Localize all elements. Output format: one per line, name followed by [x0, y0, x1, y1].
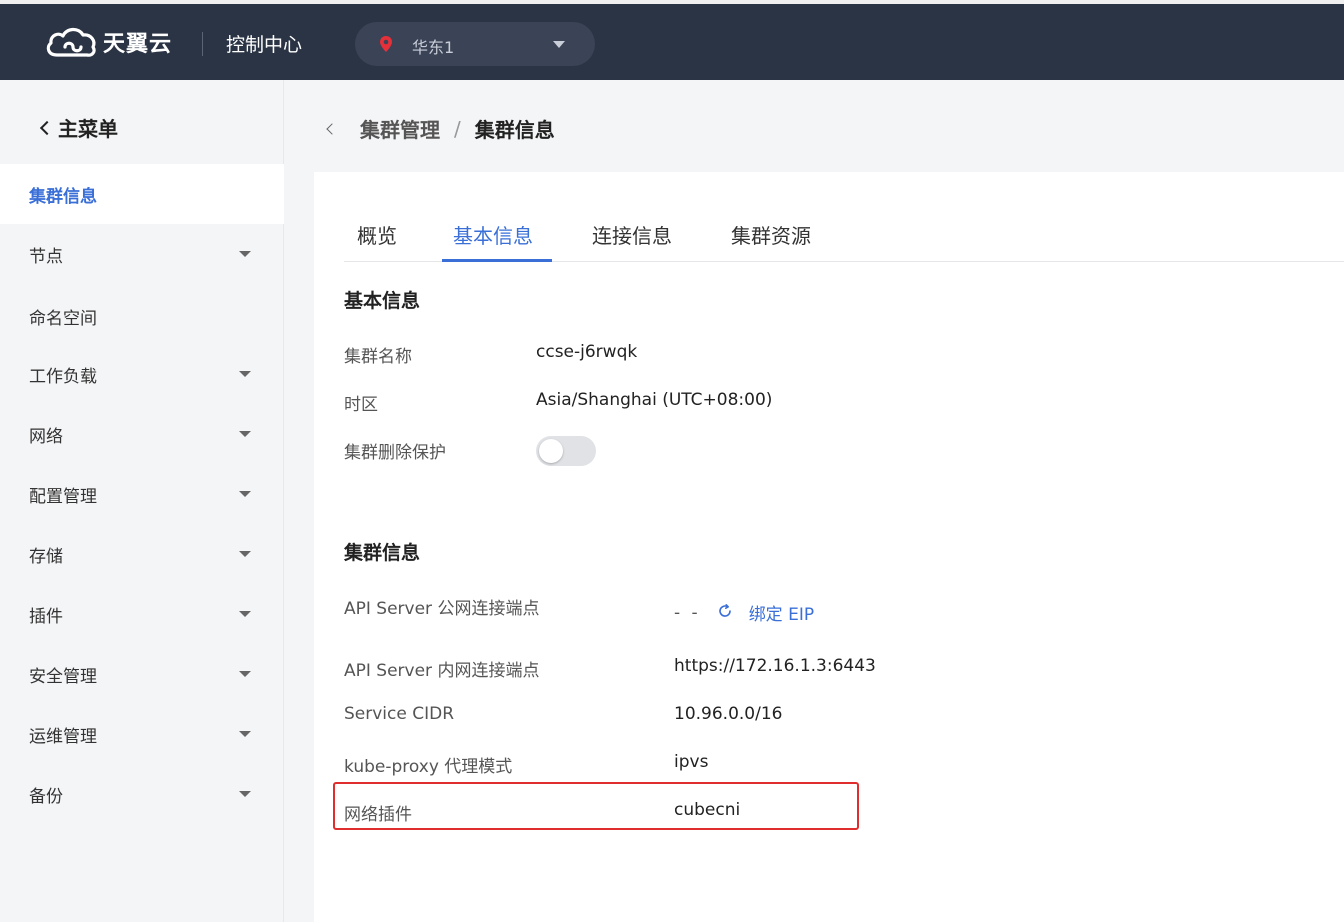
sidebar-item-cluster-info[interactable]: 集群信息: [0, 164, 284, 224]
caret-down-icon: [553, 41, 565, 48]
sidebar-item-label: 网络: [29, 426, 63, 447]
timezone-value: Asia/Shanghai (UTC+08:00): [536, 390, 773, 410]
sidebar-item-label: 集群信息: [29, 186, 97, 207]
kube-proxy-value: ipvs: [674, 752, 709, 772]
back-to-main-menu[interactable]: 主菜单: [38, 113, 118, 142]
sidebar-item-label: 插件: [29, 606, 63, 627]
sidebar-item-storage[interactable]: 存储: [0, 534, 284, 574]
delete-protection-toggle[interactable]: [536, 436, 596, 466]
service-cidr-value: 10.96.0.0/16: [674, 704, 783, 724]
chevron-left-icon[interactable]: [326, 122, 338, 135]
caret-down-icon: [239, 371, 251, 377]
private-endpoint-label: API Server 内网连接端点: [344, 661, 540, 681]
back-menu-label: 主菜单: [58, 117, 118, 141]
sidebar-item-label: 配置管理: [29, 486, 97, 507]
tab-overview[interactable]: 概览: [357, 220, 397, 249]
brand-name: 天翼云: [103, 32, 173, 57]
sidebar-item-config[interactable]: 配置管理: [0, 474, 284, 514]
sidebar-item-label: 备份: [29, 786, 63, 807]
cloud-logo-icon: [43, 25, 99, 59]
tab-connection-info[interactable]: 连接信息: [592, 220, 672, 249]
sidebar-item-network[interactable]: 网络: [0, 414, 284, 454]
refresh-icon[interactable]: [717, 603, 733, 623]
toggle-knob: [539, 439, 563, 463]
caret-down-icon: [239, 791, 251, 797]
delete-protection-label: 集群删除保护: [344, 443, 446, 463]
sidebar-item-label: 存储: [29, 546, 63, 567]
breadcrumb-current: 集群信息: [474, 118, 555, 142]
caret-down-icon: [239, 251, 251, 257]
topbar-divider: [202, 32, 203, 56]
public-endpoint-row: - - 绑定 EIP: [674, 600, 814, 626]
bind-eip-link[interactable]: 绑定 EIP: [749, 600, 814, 625]
private-endpoint-value: https://172.16.1.3:6443: [674, 656, 876, 676]
sidebar-item-label: 安全管理: [29, 666, 97, 687]
region-label: 华东1: [412, 38, 455, 57]
cluster-name-value: ccse-j6rwqk: [536, 342, 638, 362]
caret-down-icon: [239, 551, 251, 557]
caret-down-icon: [239, 491, 251, 497]
console-title[interactable]: 控制中心: [226, 30, 302, 57]
caret-down-icon: [239, 431, 251, 437]
sidebar-item-label: 节点: [29, 246, 63, 267]
tab-cluster-resources[interactable]: 集群资源: [731, 220, 811, 249]
tab-bar: 概览 基本信息 连接信息 集群资源: [344, 212, 1344, 262]
network-plugin-highlight: [333, 782, 859, 830]
public-endpoint-label: API Server 公网连接端点: [344, 599, 540, 619]
timezone-label: 时区: [344, 395, 378, 415]
caret-down-icon: [239, 671, 251, 677]
sidebar-item-workloads[interactable]: 工作负载: [0, 354, 284, 394]
sidebar-item-backup[interactable]: 备份: [0, 774, 284, 814]
section-title-cluster-info: 集群信息: [344, 542, 421, 564]
chevron-left-icon: [39, 120, 55, 135]
sidebar: 主菜单 集群信息 节点 命名空间 工作负载 网络 配置管理 存储 插件 安全管理…: [0, 80, 284, 922]
location-pin-icon: [379, 35, 393, 57]
sidebar-item-namespaces[interactable]: 命名空间: [0, 296, 284, 336]
breadcrumb-separator: /: [454, 116, 461, 141]
active-tab-indicator: [442, 259, 552, 262]
caret-down-icon: [239, 611, 251, 617]
sidebar-item-plugins[interactable]: 插件: [0, 594, 284, 634]
brand-logo[interactable]: 天翼云: [43, 24, 172, 60]
sidebar-item-label: 工作负载: [29, 366, 97, 387]
sidebar-item-label: 命名空间: [29, 308, 97, 329]
public-endpoint-value: - -: [674, 602, 701, 623]
sidebar-item-label: 运维管理: [29, 726, 97, 747]
sidebar-item-ops[interactable]: 运维管理: [0, 714, 284, 754]
caret-down-icon: [239, 731, 251, 737]
section-title-basic-info: 基本信息: [344, 290, 421, 312]
sidebar-item-nodes[interactable]: 节点: [0, 234, 284, 274]
kube-proxy-label: kube-proxy 代理模式: [344, 757, 513, 777]
sidebar-item-security[interactable]: 安全管理: [0, 654, 284, 694]
top-navigation-bar: 天翼云 控制中心 华东1: [0, 0, 1344, 80]
breadcrumb-parent[interactable]: 集群管理: [360, 114, 440, 143]
service-cidr-label: Service CIDR: [344, 704, 455, 724]
breadcrumb: 集群管理 / 集群信息: [322, 114, 555, 143]
region-selector[interactable]: 华东1: [355, 22, 595, 66]
content-card: 概览 基本信息 连接信息 集群资源 基本信息 集群名称 ccse-j6rwqk …: [314, 172, 1344, 922]
tab-basic-info[interactable]: 基本信息: [453, 220, 533, 249]
cluster-name-label: 集群名称: [344, 347, 412, 367]
